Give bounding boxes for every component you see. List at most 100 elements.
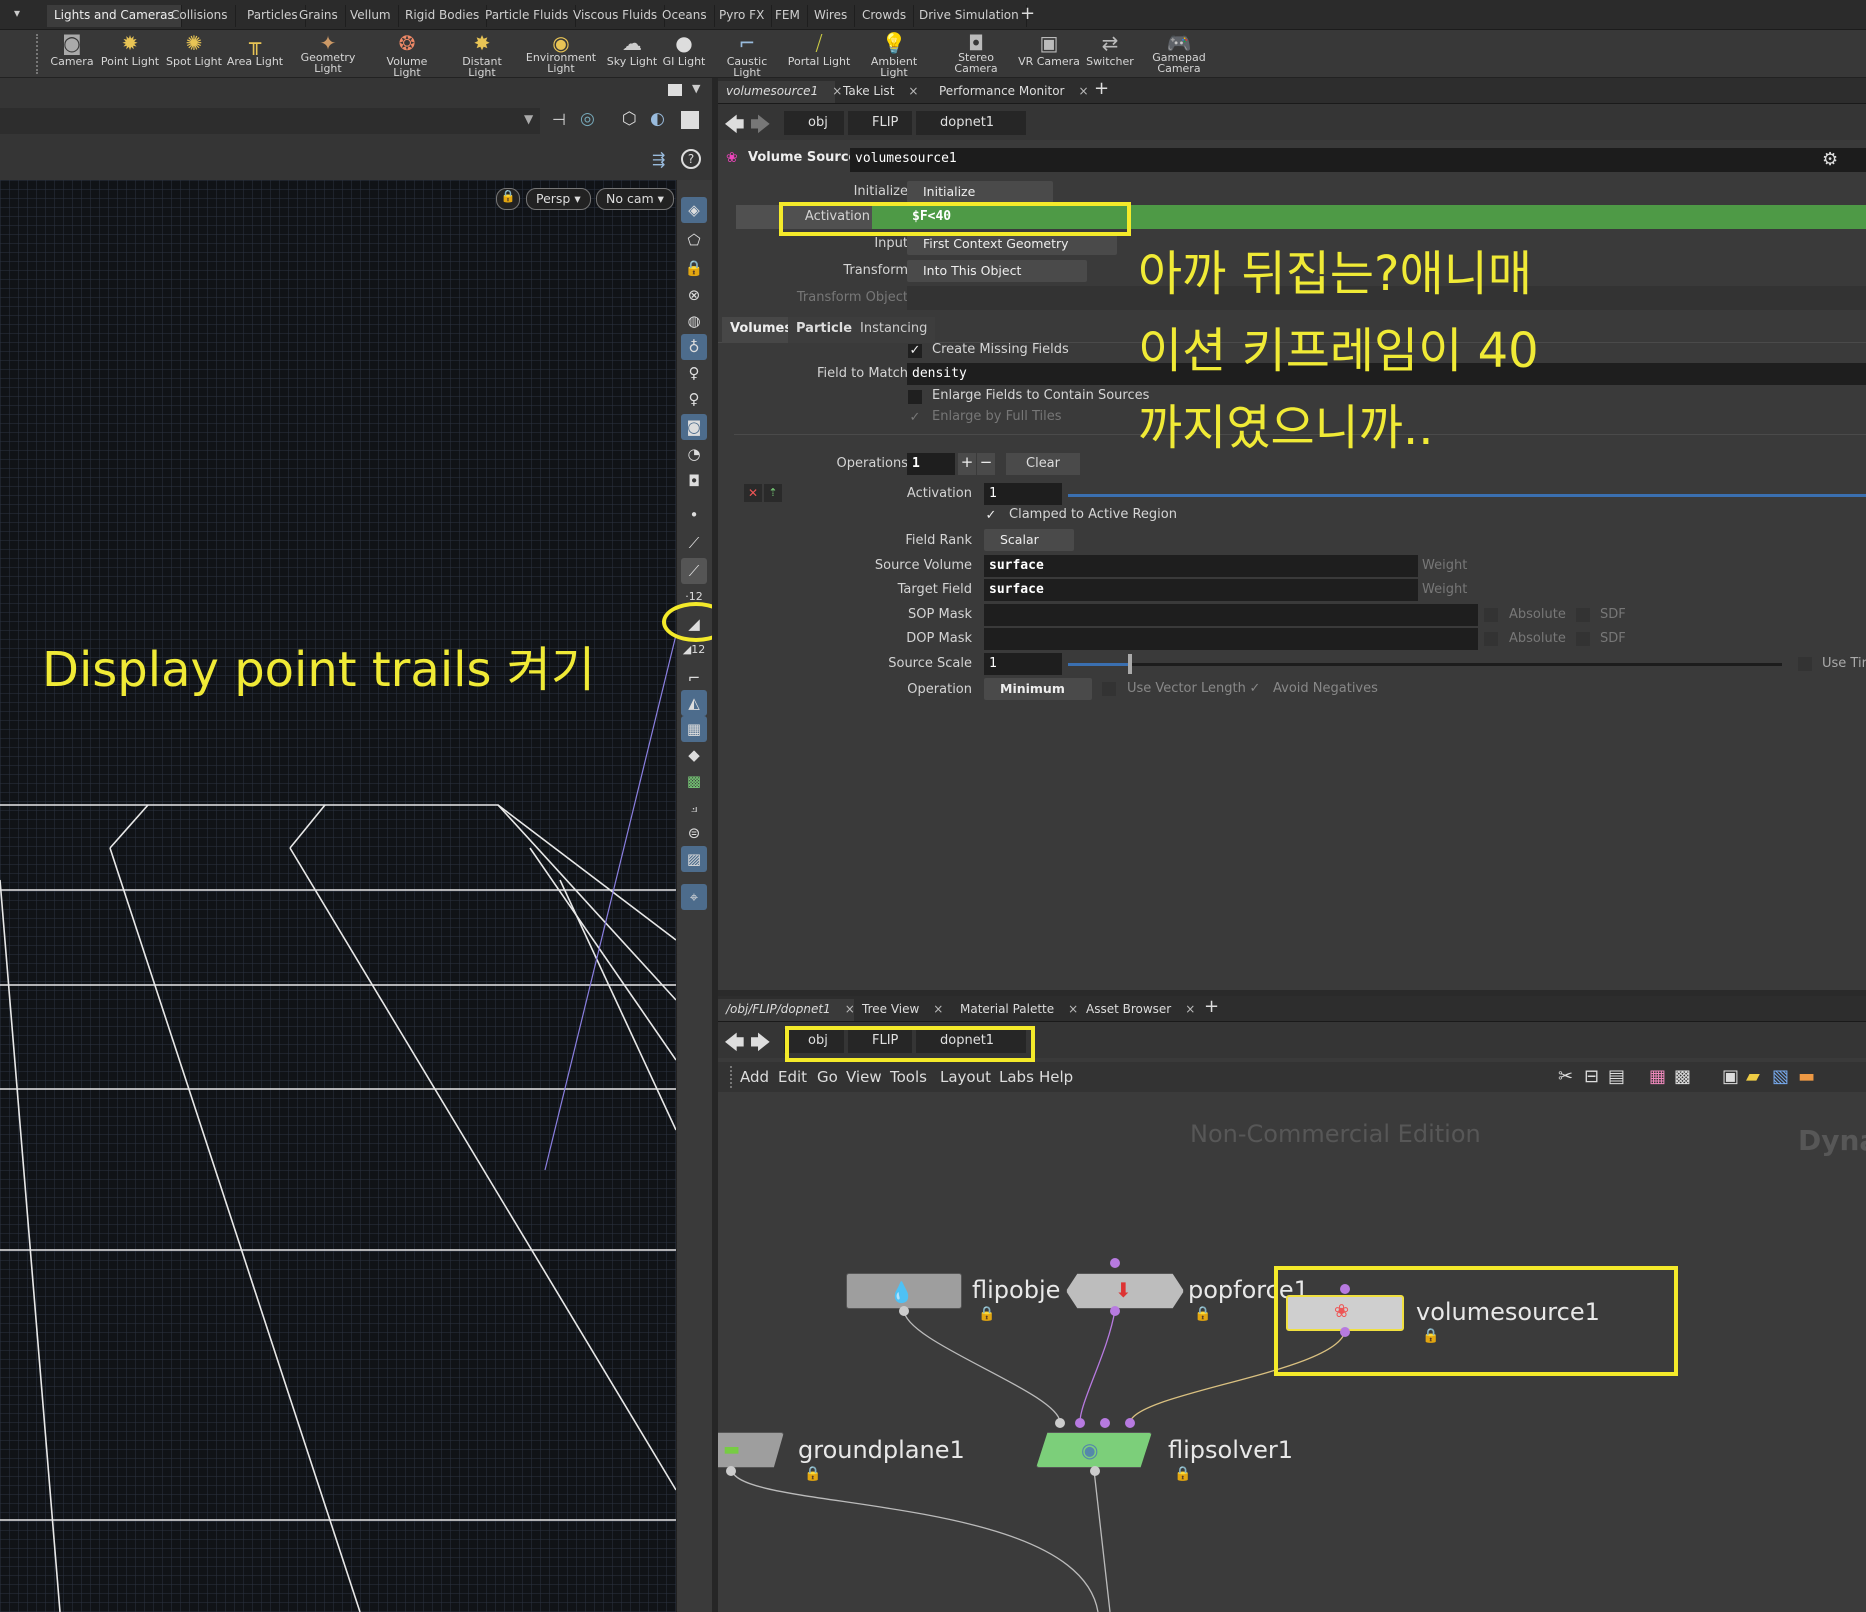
gear-icon[interactable]: ⚙: [1822, 149, 1838, 170]
display-list-icon[interactable]: ⊜: [681, 820, 707, 846]
create-missing-checkbox[interactable]: ✓: [908, 344, 922, 358]
tool-environment-light[interactable]: ◉ Environment Light: [525, 30, 597, 78]
point-display-icon[interactable]: •: [681, 502, 707, 528]
list-icon[interactable]: ▤: [1608, 1066, 1625, 1087]
camera-menu[interactable]: No cam ▾: [596, 188, 674, 210]
backface-icon[interactable]: ◭: [681, 690, 707, 716]
op-activation-field[interactable]: 1: [984, 483, 1062, 505]
remove-operation-button[interactable]: −: [977, 453, 995, 475]
checker-icon[interactable]: ▦: [681, 716, 707, 742]
chevron-down-icon[interactable]: ▼: [524, 112, 533, 126]
forward-arrow-icon[interactable]: 🡆: [750, 1028, 771, 1062]
menu-view[interactable]: View: [846, 1068, 882, 1086]
tab-performance-monitor[interactable]: Performance Monitor ×: [931, 81, 1097, 103]
add-tab-button[interactable]: +: [1094, 78, 1109, 99]
menu-tools[interactable]: Tools: [890, 1068, 927, 1086]
input-port[interactable]: [1075, 1418, 1085, 1428]
help-icon[interactable]: ?: [681, 149, 701, 169]
shelf-menu-dropdown[interactable]: ▾: [14, 6, 20, 20]
lock-camera-icon[interactable]: 🔒: [496, 188, 520, 210]
visibility-icon[interactable]: ◍: [681, 308, 707, 334]
tool-point-light[interactable]: ✹ Point Light: [95, 30, 165, 78]
initialize-menu[interactable]: Initialize: [907, 181, 1053, 203]
dop-absolute-checkbox[interactable]: [1484, 632, 1498, 646]
tool-caustic-light[interactable]: ⌐ Caustic Light: [712, 30, 782, 78]
sop-mask-field[interactable]: [984, 604, 1478, 626]
tab-asset-browser[interactable]: Asset Browser ×: [1078, 999, 1203, 1021]
menu-labs[interactable]: Labs: [999, 1068, 1034, 1086]
eye-icon[interactable]: ◔: [681, 441, 707, 467]
shelf-tab-fem[interactable]: FEM: [768, 5, 808, 27]
tools-icon[interactable]: ✂: [1558, 1066, 1573, 1087]
source-volume-field[interactable]: surface: [984, 555, 1418, 577]
image-icon[interactable]: ▧: [1772, 1066, 1789, 1087]
shelf-tab-particle-fluids[interactable]: Particle Fluids: [478, 5, 577, 27]
menu-edit[interactable]: Edit: [778, 1068, 807, 1086]
tool-portal-light[interactable]: ⧸ Portal Light: [784, 30, 854, 78]
ghost-icon[interactable]: ⬠: [681, 227, 707, 253]
location-icon[interactable]: ⌖: [681, 884, 707, 910]
enlarge-fields-checkbox[interactable]: [908, 390, 922, 404]
operation-menu[interactable]: Minimum: [984, 678, 1092, 700]
insert-operation-icon[interactable]: ⇡: [764, 484, 782, 502]
delete-operation-icon[interactable]: ✕: [744, 484, 762, 502]
node-groundplane1[interactable]: ▬: [718, 1432, 784, 1468]
input-port[interactable]: [1125, 1418, 1135, 1428]
node-popforce1[interactable]: ⬇: [1066, 1273, 1184, 1309]
add-tab-button[interactable]: +: [1204, 996, 1219, 1017]
background-image-icon[interactable]: ▨: [681, 846, 707, 872]
menu-add[interactable]: Add: [740, 1068, 769, 1086]
light-icon[interactable]: ♁: [681, 334, 707, 360]
pin-icon[interactable]: ⊣: [552, 110, 566, 129]
camera-view-icon[interactable]: ◘: [681, 468, 707, 494]
add-shelf-tab-button[interactable]: +: [1020, 3, 1035, 24]
back-arrow-icon[interactable]: 🡄: [724, 110, 745, 144]
forward-arrow-icon[interactable]: 🡆: [750, 110, 771, 144]
shelf-tab-drive-simulation[interactable]: Drive Simulation: [912, 5, 1027, 27]
output-port[interactable]: [1110, 1306, 1120, 1316]
viewport-path-field[interactable]: [0, 108, 540, 134]
source-scale-slider-handle[interactable]: [1128, 654, 1132, 674]
avoid-negatives-checkbox[interactable]: ✓: [1248, 682, 1262, 696]
tab-take-list[interactable]: Take List ×: [835, 81, 926, 103]
add-operation-button[interactable]: +: [958, 453, 976, 475]
tool-stereo-camera[interactable]: ◘ Stereo Camera: [941, 30, 1011, 78]
menu-help[interactable]: Help: [1039, 1068, 1073, 1086]
shelf-tab-collisions[interactable]: Collisions: [164, 5, 236, 27]
tool-gi-light[interactable]: ● GI Light: [650, 30, 718, 78]
clamped-checkbox[interactable]: ✓: [984, 509, 998, 523]
node-flipsolver1[interactable]: ◉: [1036, 1432, 1152, 1468]
dop-mask-field[interactable]: [984, 628, 1478, 650]
menu-grip[interactable]: [730, 1066, 732, 1088]
persp-menu[interactable]: Persp ▾: [526, 188, 591, 210]
lock-icon[interactable]: 🔒: [978, 1306, 995, 1322]
close-icon[interactable]: ×: [1068, 1002, 1078, 1016]
pane-maximize-icon[interactable]: [668, 84, 682, 96]
output-port[interactable]: [1090, 1466, 1100, 1476]
box-icon[interactable]: ▬: [1798, 1066, 1815, 1087]
uv-icon[interactable]: ⌐: [681, 665, 707, 691]
tab-volumesource1[interactable]: volumesource1 ×: [718, 81, 842, 103]
handle-icon[interactable]: ⟓: [681, 794, 707, 820]
field-rank-menu[interactable]: Scalar: [984, 529, 1074, 551]
tool-ambient-light[interactable]: 💡 Ambient Light: [856, 30, 932, 78]
layout-icon[interactable]: ▣: [1722, 1066, 1739, 1087]
tool-area-light[interactable]: ╥ Area Light: [220, 30, 290, 78]
clear-button[interactable]: Clear: [1006, 453, 1080, 475]
operations-field[interactable]: 1: [907, 453, 955, 475]
tool-gamepad-camera[interactable]: 🎮 Gamepad Camera: [1144, 30, 1214, 78]
sop-absolute-checkbox[interactable]: [1484, 608, 1498, 622]
map-icon[interactable]: ▩: [681, 768, 707, 794]
diamond-icon[interactable]: ◆: [681, 742, 707, 768]
output-port[interactable]: [726, 1466, 736, 1476]
scene-viewport[interactable]: 🔒 Persp ▾ No cam ▾ Display point trails …: [0, 180, 676, 1612]
tool-geometry-light[interactable]: ✦ Geometry Light: [293, 30, 363, 78]
shelf-tab-grains[interactable]: Grains: [292, 5, 346, 27]
close-icon[interactable]: ×: [908, 84, 918, 98]
node-name-field[interactable]: volumesource1: [850, 148, 1866, 172]
lock-icon[interactable]: 🔒: [1194, 1306, 1211, 1322]
source-scale-slider[interactable]: [1130, 663, 1782, 666]
wireframe-icon[interactable]: ◈: [681, 197, 707, 223]
shading-icon[interactable]: ⊗: [681, 282, 707, 308]
node-flipobject[interactable]: 💧: [846, 1273, 962, 1309]
